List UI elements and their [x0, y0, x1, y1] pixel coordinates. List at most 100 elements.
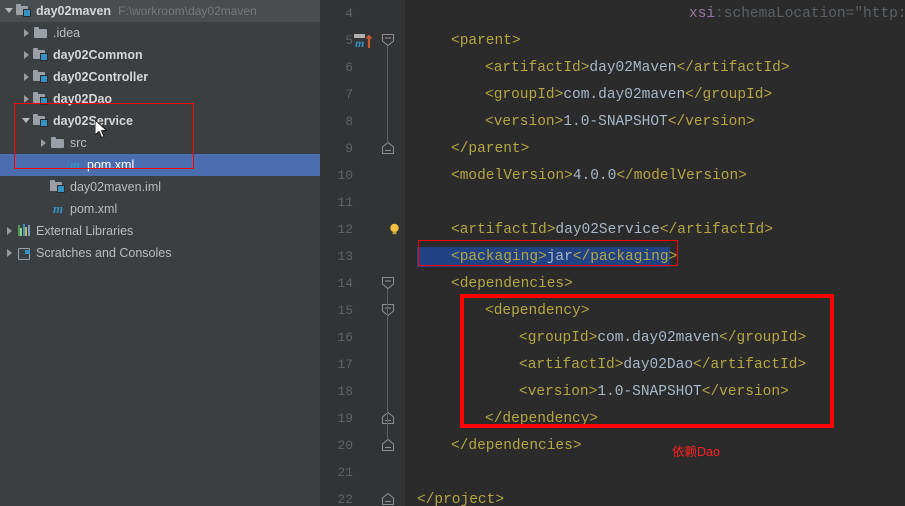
chevron-right-icon[interactable] [20, 88, 33, 110]
code-content[interactable]: xsi:schemaLocation="http://maven.apache.… [320, 0, 905, 506]
sidebar-item-label: day02maven.iml [70, 180, 162, 194]
code-token-txt: 1.0-SNAPSHOT [563, 114, 668, 130]
code-token-tag: </dependencies> [451, 438, 582, 454]
code-line[interactable]: <artifactId>day02Maven</artifactId> [485, 58, 790, 78]
folder-icon [50, 135, 66, 151]
code-line[interactable]: <groupId>com.day02maven</groupId> [519, 328, 806, 348]
code-token-tag: <packaging> [451, 249, 547, 265]
code-token-txt: jar [546, 249, 573, 265]
sidebar-item-day02controller[interactable]: day02Controller [0, 66, 320, 88]
code-token-txt: 4.0.0 [572, 168, 617, 184]
sidebar-item-label: src [70, 136, 87, 150]
code-token-tag: <artifactId> [451, 222, 556, 238]
code-line[interactable]: <artifactId>day02Dao</artifactId> [519, 355, 806, 375]
code-token-tag: </artifactId> [676, 60, 790, 76]
sidebar-item-src[interactable]: src [0, 132, 320, 154]
code-token-tag: <dependency> [485, 303, 590, 319]
code-line[interactable]: <version>1.0-SNAPSHOT</version> [519, 382, 789, 402]
code-token-tag: </groupId> [719, 330, 807, 346]
external-libraries-icon [16, 223, 32, 239]
sidebar-item-label: External Libraries [36, 224, 134, 238]
code-token-tag: </artifactId> [693, 357, 807, 373]
code-token-tag: <artifactId> [519, 357, 624, 373]
code-token-tag: <artifactId> [485, 60, 590, 76]
chevron-right-icon[interactable] [20, 44, 33, 66]
sidebar-item-label: pom.xml [70, 202, 118, 216]
code-token-tag: </groupId> [685, 87, 773, 103]
code-token-tag: <parent> [451, 33, 521, 49]
idea-window: day02maven F:\workroom\day02maven .idea day… [0, 0, 905, 506]
code-token-txt: com.day02maven [563, 87, 686, 103]
sidebar-item-scratches-and-consoles[interactable]: Scratches and Consoles [0, 242, 320, 264]
project-path-hint: F:\workroom\day02maven [118, 4, 257, 18]
code-token-faded: :schemaLocation= [715, 6, 855, 22]
code-line[interactable]: <modelVersion>4.0.0</modelVersion> [451, 166, 747, 186]
code-line[interactable]: <parent> [451, 31, 521, 51]
sidebar-item-label: day02Service [53, 114, 133, 128]
sidebar-item-day02dao[interactable]: day02Dao [0, 88, 320, 110]
code-line[interactable]: <artifactId>day02Service</artifactId> [451, 220, 773, 240]
code-token-tag: <groupId> [485, 87, 564, 103]
code-token-txt: day02Dao [623, 357, 694, 373]
sidebar-item-label: day02maven [36, 4, 112, 18]
chevron-right-icon[interactable] [3, 242, 16, 264]
code-token-tag: <version> [485, 114, 564, 130]
maven-file-icon: m [69, 157, 81, 172]
code-token-txt: day02Maven [589, 60, 677, 76]
code-token-tag: <dependencies> [451, 276, 573, 292]
chevron-down-icon[interactable] [3, 0, 16, 22]
code-line[interactable]: </project> [417, 490, 504, 506]
code-token-faded: "http://maven.apache.org/POM [854, 6, 905, 22]
no-chevron [37, 176, 50, 198]
sidebar-item-day02service[interactable]: day02Service [0, 110, 320, 132]
code-token-tag: </dependency> [485, 411, 599, 427]
module-folder-icon [33, 91, 49, 107]
chevron-right-icon[interactable] [20, 66, 33, 88]
sidebar-item-label: .idea [53, 26, 81, 40]
maven-file-icon: m [52, 201, 64, 216]
sidebar-item-pom-xml[interactable]: m pom.xml [0, 198, 320, 220]
no-chevron [54, 154, 67, 176]
module-file-icon [50, 179, 66, 195]
folder-icon [33, 25, 49, 41]
chevron-right-icon[interactable] [3, 220, 16, 242]
code-line[interactable]: </dependencies> [451, 436, 582, 456]
chevron-down-icon[interactable] [20, 110, 33, 132]
code-line[interactable]: </parent> [451, 139, 529, 159]
chevron-right-icon[interactable] [20, 22, 33, 44]
code-line[interactable]: <packaging>jar</packaging> [451, 247, 677, 267]
sidebar-item-label: day02Dao [53, 92, 113, 106]
code-line[interactable]: xsi:schemaLocation="http://maven.apache.… [689, 4, 905, 24]
sidebar-item-pom-xml[interactable]: m pom.xml [0, 154, 320, 176]
code-token-tag: </modelVersion> [616, 168, 747, 184]
module-folder-icon [33, 47, 49, 63]
sidebar-item-day02common[interactable]: day02Common [0, 44, 320, 66]
sidebar-item-idea[interactable]: .idea [0, 22, 320, 44]
sidebar-item-label: pom.xml [87, 158, 135, 172]
code-line[interactable]: <dependencies> [451, 274, 573, 294]
chevron-right-icon[interactable] [37, 132, 50, 154]
module-folder-icon [33, 113, 49, 129]
code-token-tag: <version> [519, 384, 598, 400]
code-token-tag: </parent> [451, 141, 530, 157]
code-token-tag: </version> [667, 114, 755, 130]
code-line[interactable]: <version>1.0-SNAPSHOT</version> [485, 112, 755, 132]
code-token-txt: 1.0-SNAPSHOT [597, 384, 702, 400]
code-token-tag: </packaging> [572, 249, 678, 265]
module-folder-icon [16, 3, 32, 19]
sidebar-item-external-libraries[interactable]: External Libraries [0, 220, 320, 242]
scratches-icon [16, 245, 32, 261]
sidebar-item-day02maven[interactable]: day02maven F:\workroom\day02maven [0, 0, 320, 22]
code-token-attr: xsi [689, 6, 716, 22]
sidebar-item-day02maven-iml[interactable]: day02maven.iml [0, 176, 320, 198]
code-line[interactable]: <dependency> [485, 301, 589, 321]
code-token-tag: <groupId> [519, 330, 598, 346]
code-line[interactable]: </dependency> [485, 409, 598, 429]
code-token-txt: day02Service [555, 222, 660, 238]
sidebar-item-label: day02Controller [53, 70, 149, 84]
code-line[interactable]: <groupId>com.day02maven</groupId> [485, 85, 772, 105]
project-tool-window[interactable]: day02maven F:\workroom\day02maven .idea day… [0, 0, 320, 506]
editor-pane[interactable]: 4 5 6 7 8 9 10 11 12 13 14 15 16 17 18 19 20 21 22 m xsi:sc… [320, 0, 905, 506]
code-token-tag: </project> [417, 492, 505, 506]
code-token-tag: </artifactId> [659, 222, 773, 238]
